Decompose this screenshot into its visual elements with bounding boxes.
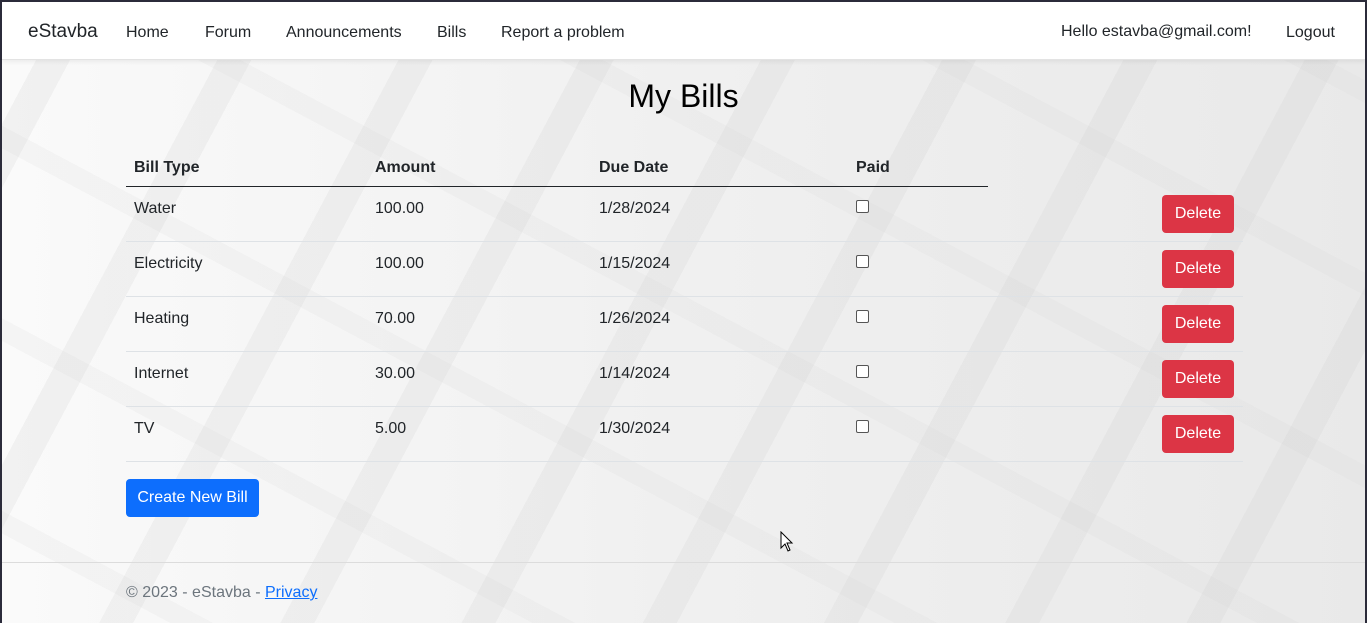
footer: © 2023 - eStavba - Privacy bbox=[126, 584, 317, 602]
window-frame-top bbox=[0, 0, 1367, 2]
table-row: TV 5.00 1/30/2024 Delete bbox=[126, 407, 1243, 462]
create-new-bill-button[interactable]: Create New Bill bbox=[126, 479, 259, 517]
delete-button[interactable]: Delete bbox=[1162, 305, 1234, 343]
amount-cell: 100.00 bbox=[375, 255, 424, 272]
table-row: Internet 30.00 1/14/2024 Delete bbox=[126, 352, 1243, 407]
bill-type-cell: TV bbox=[134, 420, 155, 437]
nav-link-forum[interactable]: Forum bbox=[205, 24, 251, 42]
delete-button[interactable]: Delete bbox=[1162, 360, 1234, 398]
mouse-cursor-icon bbox=[780, 531, 794, 552]
brand-link[interactable]: eStavba bbox=[28, 21, 98, 43]
delete-button[interactable]: Delete bbox=[1162, 415, 1234, 453]
logout-link[interactable]: Logout bbox=[1286, 24, 1335, 42]
amount-cell: 100.00 bbox=[375, 200, 424, 217]
paid-checkbox[interactable] bbox=[856, 200, 869, 213]
nav-link-report-problem[interactable]: Report a problem bbox=[501, 24, 625, 42]
delete-button[interactable]: Delete bbox=[1162, 250, 1234, 288]
nav-link-home[interactable]: Home bbox=[126, 24, 169, 42]
bill-type-cell: Heating bbox=[134, 310, 190, 327]
paid-checkbox[interactable] bbox=[856, 310, 869, 323]
bill-type-cell: Internet bbox=[134, 365, 189, 382]
delete-button[interactable]: Delete bbox=[1162, 195, 1234, 233]
table-row: Electricity 100.00 1/15/2024 Delete bbox=[126, 242, 1243, 297]
footer-divider bbox=[2, 562, 1365, 563]
paid-checkbox[interactable] bbox=[856, 255, 869, 268]
column-header-due-date: Due Date bbox=[599, 159, 669, 176]
user-greeting[interactable]: Hello estavba@gmail.com! bbox=[1061, 23, 1252, 41]
paid-checkbox[interactable] bbox=[856, 420, 869, 433]
table-row: Heating 70.00 1/26/2024 Delete bbox=[126, 297, 1243, 352]
due-date-cell: 1/15/2024 bbox=[599, 255, 671, 272]
due-date-cell: 1/28/2024 bbox=[599, 200, 671, 217]
nav-link-bills[interactable]: Bills bbox=[437, 24, 466, 42]
window-frame-left bbox=[0, 0, 2, 623]
column-header-paid: Paid bbox=[856, 159, 890, 176]
column-header-bill-type: Bill Type bbox=[134, 159, 200, 176]
table-row: Water 100.00 1/28/2024 Delete bbox=[126, 187, 1243, 242]
paid-checkbox[interactable] bbox=[856, 365, 869, 378]
column-header-amount: Amount bbox=[375, 159, 436, 176]
due-date-cell: 1/26/2024 bbox=[599, 310, 671, 327]
nav-link-announcements[interactable]: Announcements bbox=[286, 24, 402, 42]
page-title: My Bills bbox=[628, 78, 739, 114]
top-navbar: eStavba Home Forum Announcements Bills R… bbox=[2, 2, 1365, 60]
due-date-cell: 1/30/2024 bbox=[599, 420, 671, 437]
bill-type-cell: Electricity bbox=[134, 255, 203, 272]
privacy-link[interactable]: Privacy bbox=[265, 584, 317, 601]
footer-copyright: © 2023 - eStavba - bbox=[126, 584, 265, 601]
bill-type-cell: Water bbox=[134, 200, 177, 217]
amount-cell: 5.00 bbox=[375, 420, 407, 437]
due-date-cell: 1/14/2024 bbox=[599, 365, 671, 382]
amount-cell: 30.00 bbox=[375, 365, 416, 382]
amount-cell: 70.00 bbox=[375, 310, 416, 327]
